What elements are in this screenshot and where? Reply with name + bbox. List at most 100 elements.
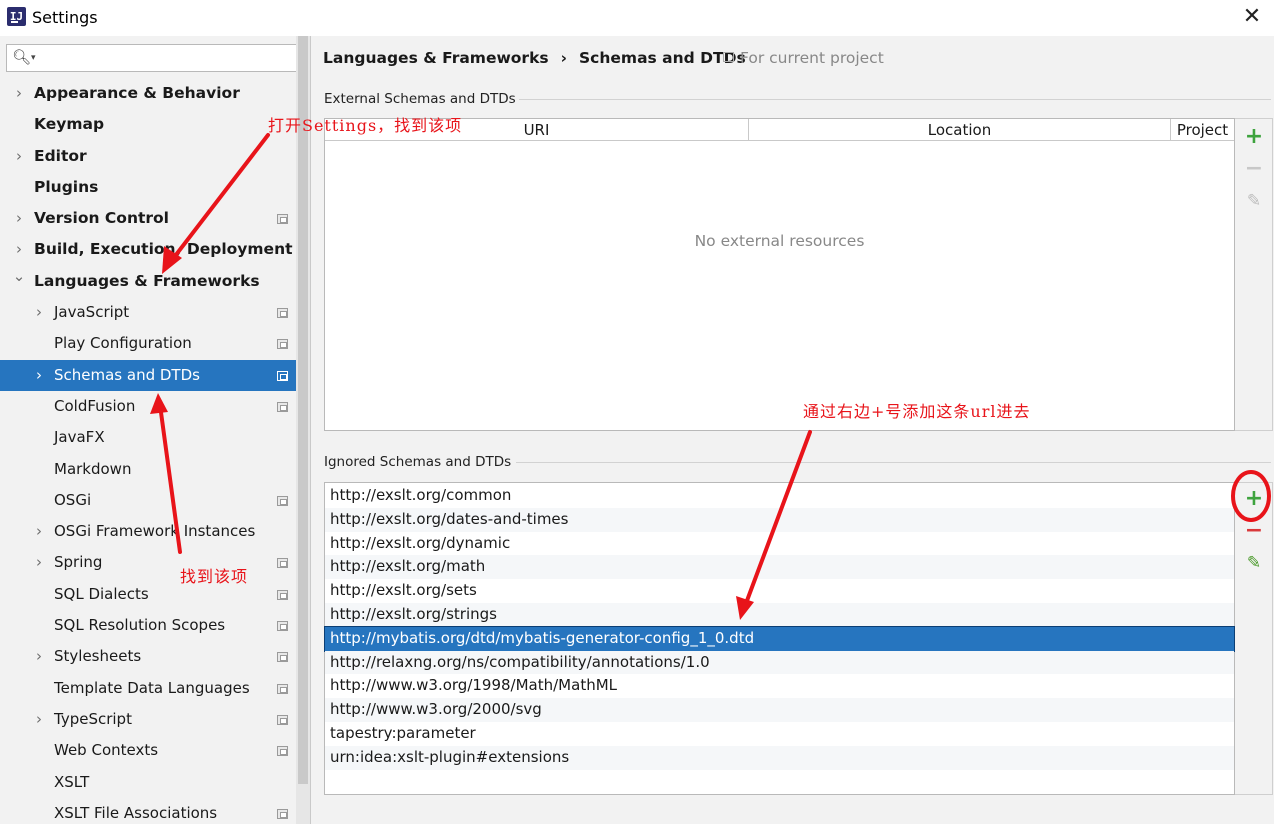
edit-ignored-button[interactable]: ✎ [1244,553,1264,573]
chevron-down-icon[interactable]: ⌄ [12,261,26,292]
chevron-right-icon[interactable]: › [32,297,46,328]
chevron-right-icon[interactable]: › [32,360,46,391]
list-item[interactable]: http://www.w3.org/2000/svg [325,698,1234,722]
chevron-right-icon[interactable]: › [12,203,26,234]
sidebar-item-label: Schemas and DTDs [54,365,200,384]
list-item[interactable]: http://exslt.org/dates-and-times [325,507,1234,532]
sidebar-item-label: Template Data Languages [54,678,250,697]
close-icon[interactable]: ✕ [1240,5,1264,29]
scope-label: For current project [723,49,884,67]
sidebar-item[interactable]: ColdFusion [0,391,296,422]
sidebar-item-label: JavaFX [54,428,105,447]
ignored-section-title: Ignored Schemas and DTDs [324,454,512,470]
list-item[interactable]: http://www.w3.org/1998/Math/MathML [325,674,1234,698]
chevron-right-icon[interactable]: › [32,704,46,735]
annotation-open-settings: 打开Settings，找到该项 [268,116,463,135]
window-title: Settings [32,8,98,27]
chevron-right-icon[interactable]: › [12,78,26,109]
sidebar-item-label: XSLT [54,772,90,791]
scope-text: For current project [740,49,884,67]
project-scope-icon [277,808,288,819]
sidebar-item-label: TypeScript [54,709,132,728]
remove-external-button[interactable]: − [1244,158,1264,180]
chevron-right-icon[interactable]: › [32,516,46,547]
external-section-divider [519,99,1271,100]
list-item[interactable]: http://exslt.org/math [325,555,1234,580]
project-scope-icon [277,339,288,350]
sidebar-item-label: Editor [34,146,87,165]
sidebar-item[interactable]: JavaFX [0,422,296,453]
sidebar-item[interactable]: › Version Control [0,203,296,234]
sidebar-item[interactable]: Template Data Languages [0,673,296,704]
project-scope-icon [277,214,288,225]
list-item[interactable]: http://exslt.org/common [325,484,1234,508]
list-item[interactable]: urn:idea:xslt-plugin#extensions [325,745,1234,770]
sidebar-item-label: Plugins [34,177,99,196]
annotation-add-url: 通过右边+号添加这条url进去 [803,402,1031,421]
sidebar-item[interactable]: › Appearance & Behavior [0,78,296,109]
add-ignored-button[interactable]: + [1244,488,1264,510]
sidebar-item-label: Appearance & Behavior [34,84,240,102]
sidebar-item[interactable]: SQL Resolution Scopes [0,610,296,641]
sidebar-item-label: OSGi Framework Instances [54,522,256,541]
sidebar-item[interactable]: Play Configuration [0,328,296,359]
add-external-button[interactable]: + [1244,126,1264,148]
external-toolbar: + − ✎ [1235,118,1273,431]
column-project[interactable]: Project [1171,119,1234,141]
external-resources-table[interactable]: URI Location Project No external resourc… [324,118,1235,431]
sidebar-item[interactable]: › Stylesheets [0,641,296,672]
project-scope-icon [277,652,288,663]
sidebar-item[interactable]: › Editor [0,141,296,172]
sidebar-item[interactable]: › Schemas and DTDs [0,359,309,391]
sidebar-item[interactable]: OSGi [0,485,296,516]
project-scope-icon [277,495,288,506]
ignored-schemas-list[interactable]: http://exslt.org/common http://exslt.org/… [324,482,1235,795]
project-scope-icon [723,52,734,62]
list-item[interactable]: http://exslt.org/strings [325,603,1234,627]
sidebar-item-label: JavaScript [54,303,130,322]
sidebar-item[interactable]: › TypeScript [0,704,296,735]
list-item[interactable]: http://exslt.org/dynamic [325,532,1234,556]
sidebar-item[interactable]: ⌄ Languages & Frameworks [0,266,296,297]
project-scope-icon [277,621,288,632]
project-scope-icon [277,308,288,319]
sidebar-item-label: XSLT File Associations [54,803,218,822]
remove-ignored-button[interactable]: − [1244,520,1264,542]
sidebar-item[interactable]: › Build, Execution, Deployment [0,234,296,265]
sidebar-item[interactable]: XSLT [0,767,296,798]
project-scope-icon [277,683,288,694]
list-item[interactable]: http://mybatis.org/dtd/mybatis-generator… [324,625,1235,652]
list-item[interactable]: http://exslt.org/sets [325,579,1234,603]
list-item[interactable]: http://relaxng.org/ns/compatibility/anno… [325,650,1234,675]
column-location[interactable]: Location [749,119,1171,141]
breadcrumb-separator: › [560,49,568,67]
sidebar-item[interactable]: Markdown [0,454,296,485]
breadcrumb-parent[interactable]: Languages & Frameworks [323,49,549,67]
sidebar-item[interactable]: XSLT File Associations [0,798,296,824]
sidebar-item-label: SQL Resolution Scopes [54,616,226,635]
list-item[interactable]: tapestry:parameter [325,722,1234,746]
sidebar-item[interactable]: Web Contexts [0,735,296,766]
breadcrumb: Languages & Frameworks › Schemas and DTDs [323,49,746,67]
sidebar-item[interactable]: › Spring [0,547,296,578]
sidebar-scrollbar-thumb[interactable] [298,36,308,784]
sidebar-item[interactable]: › JavaScript [0,297,296,328]
sidebar-item-label: Web Contexts [54,741,159,760]
chevron-right-icon[interactable]: › [12,141,26,172]
sidebar-item-label: Stylesheets [54,647,142,666]
edit-external-button[interactable]: ✎ [1244,191,1264,211]
sidebar-item-label: Languages & Frameworks [34,271,260,290]
sidebar-item-label: Version Control [34,209,169,228]
chevron-right-icon[interactable]: › [32,641,46,672]
sidebar-item-label: SQL Dialects [54,584,149,603]
sidebar-item[interactable]: Keymap [0,109,296,140]
chevron-right-icon[interactable]: › [32,547,46,578]
title-bar: IJ Settings ✕ [0,0,1274,36]
sidebar-item[interactable]: › OSGi Framework Instances [0,516,296,547]
sidebar-item[interactable]: Plugins [0,172,296,203]
sidebar-item[interactable]: SQL Dialects [0,579,296,610]
search-input[interactable]: 🔍︎▾ [6,44,302,72]
sidebar-item-label: ColdFusion [54,396,136,415]
project-scope-icon [277,589,288,600]
annotation-find-item: 找到该项 [180,567,249,586]
